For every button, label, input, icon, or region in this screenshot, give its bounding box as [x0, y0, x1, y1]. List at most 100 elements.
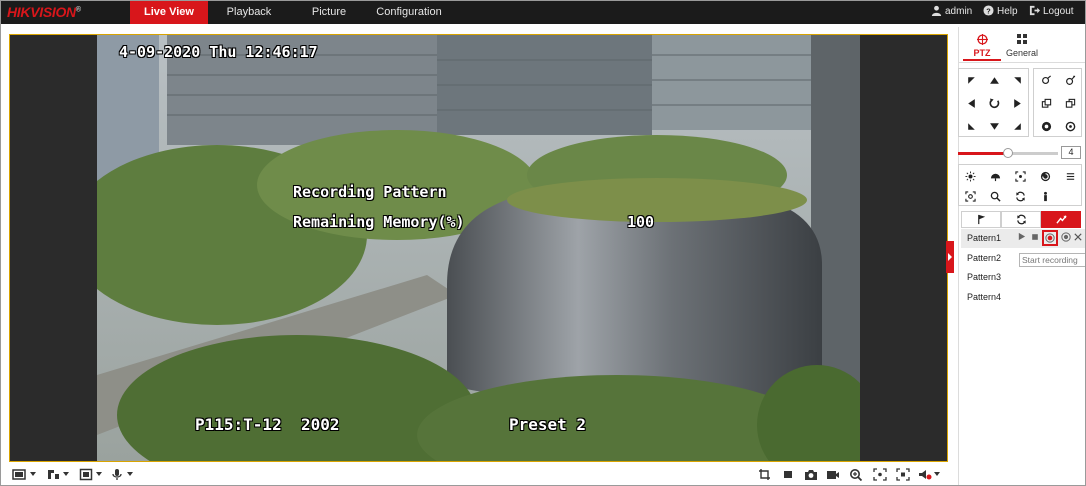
help-icon: ?: [983, 5, 994, 16]
microphone-dropdown-caret[interactable]: [127, 472, 133, 476]
ptz-speed-slider[interactable]: [958, 148, 1058, 158]
zoom-in-button[interactable]: [1035, 70, 1057, 90]
logout-icon: [1029, 5, 1040, 16]
pattern-label: Pattern1: [967, 233, 1002, 243]
ptz-speed-fill: [958, 152, 1008, 155]
arrow-up-left-icon: [967, 76, 975, 84]
live-video-frame[interactable]: 4-09-2020 Thu 12:46:17 Recording Pattern…: [9, 34, 948, 462]
nav-tab-live-view[interactable]: Live View: [130, 1, 208, 24]
sync-icon: [1015, 191, 1025, 201]
username: admin: [945, 6, 973, 17]
manual-tracking-icon: [964, 190, 976, 202]
nav-tab-configuration[interactable]: Configuration: [371, 1, 447, 24]
pattern-list-item[interactable]: Pattern3: [961, 268, 1085, 287]
microphone-icon[interactable]: [110, 468, 124, 481]
pan-up-button[interactable]: [983, 70, 1005, 90]
iris-close-icon: [1065, 121, 1075, 131]
volume-muted-icon[interactable]: [918, 468, 932, 481]
stream-dropdown-caret[interactable]: [63, 472, 69, 476]
grid-icon: [1017, 34, 1027, 44]
help-label: Help: [997, 6, 1018, 17]
camera-feed: 4-09-2020 Thu 12:46:17 Recording Pattern…: [97, 35, 860, 461]
pan-down-right-button[interactable]: [1006, 116, 1028, 136]
panel-collapse-handle[interactable]: [946, 241, 954, 273]
pan-down-button[interactable]: [983, 116, 1005, 136]
record-clip-icon[interactable]: [826, 468, 840, 481]
stop-live-icon[interactable]: [781, 468, 795, 481]
logout-link[interactable]: Logout: [1029, 1, 1074, 24]
manual-tracking-button[interactable]: [959, 186, 981, 206]
3d-zoom-button[interactable]: [984, 186, 1006, 206]
stop-pattern-button[interactable]: [1029, 232, 1041, 244]
digital-zoom-icon[interactable]: [849, 468, 863, 481]
regional-focus-icon[interactable]: [896, 468, 910, 481]
more-settings-button[interactable]: [1059, 166, 1081, 186]
tab-ptz-label: PTZ: [973, 48, 991, 58]
layout-dropdown-caret[interactable]: [30, 472, 36, 476]
flag-icon: [977, 214, 985, 225]
pan-up-right-button[interactable]: [1006, 70, 1028, 90]
nav-tab-picture[interactable]: Picture: [293, 1, 365, 24]
subtab-patrol[interactable]: [1001, 211, 1041, 228]
one-touch-patrol-button[interactable]: [1034, 186, 1056, 206]
record-icon: [1045, 233, 1055, 243]
focus-far-icon: [1065, 98, 1075, 108]
3d-positioning-icon[interactable]: [873, 468, 887, 481]
patrol-icon: [1016, 214, 1026, 225]
iris-open-button[interactable]: [1035, 116, 1057, 136]
pattern-list-item[interactable]: Pattern1: [961, 229, 1085, 248]
lens-initialization-button[interactable]: [1034, 166, 1056, 186]
park-button[interactable]: [1009, 186, 1031, 206]
auto-scan-button[interactable]: [983, 93, 1005, 113]
stop-recording-button[interactable]: [1060, 232, 1072, 244]
live-view-toolbar: [1, 464, 949, 485]
stream-type-icon[interactable]: [46, 468, 60, 481]
volume-dropdown-caret[interactable]: [934, 472, 940, 476]
capture-icon[interactable]: [804, 468, 818, 481]
auxiliary-focus-button[interactable]: [1009, 166, 1031, 186]
focus-far-button[interactable]: [1059, 93, 1081, 113]
tab-general[interactable]: General: [1003, 31, 1041, 61]
wiper-button[interactable]: [984, 166, 1006, 186]
subtab-pattern[interactable]: [1041, 211, 1081, 228]
plugin-icon[interactable]: [79, 468, 93, 481]
ptz-crosshair-icon: [977, 34, 988, 45]
pan-right-button[interactable]: [1006, 93, 1028, 113]
plugin-dropdown-caret[interactable]: [96, 472, 102, 476]
light-button[interactable]: [959, 166, 981, 186]
play-icon: [1018, 232, 1025, 241]
zoom-in-icon: [1041, 74, 1051, 84]
pan-left-button[interactable]: [960, 93, 982, 113]
osd-preset: Preset 2: [509, 415, 587, 434]
pattern-icon: [1055, 215, 1067, 224]
tab-ptz[interactable]: PTZ: [963, 31, 1001, 61]
arrow-left-icon: [967, 98, 975, 108]
subtab-preset[interactable]: [961, 211, 1001, 228]
auto-rotate-icon: [988, 97, 999, 108]
user-menu[interactable]: admin: [931, 1, 972, 24]
osd-remaining-memory-value: 100: [627, 213, 655, 231]
arrow-up-right-icon: [1013, 76, 1021, 84]
person-icon: [1043, 191, 1047, 201]
logout-label: Logout: [1043, 6, 1074, 17]
arrow-up-icon: [989, 76, 999, 84]
lens-init-icon: [1040, 171, 1050, 181]
brand-logo: HIKVISION®: [7, 4, 81, 20]
nav-tab-playback[interactable]: Playback: [213, 1, 285, 24]
pan-down-left-button[interactable]: [960, 116, 982, 136]
ptz-speed-value: 4: [1061, 146, 1081, 159]
help-link[interactable]: ? Help: [983, 1, 1018, 24]
delete-pattern-button[interactable]: [1072, 232, 1084, 244]
start-recording-button[interactable]: [1042, 230, 1058, 246]
arrow-down-left-icon: [967, 122, 975, 130]
zoom-out-button[interactable]: [1059, 70, 1081, 90]
focus-near-button[interactable]: [1035, 93, 1057, 113]
play-pattern-button[interactable]: [1015, 232, 1027, 244]
iris-close-button[interactable]: [1059, 116, 1081, 136]
window-layout-icon[interactable]: [12, 468, 26, 481]
zoom-search-icon: [990, 191, 1001, 202]
ptz-speed-handle[interactable]: [1003, 148, 1013, 158]
pan-up-left-button[interactable]: [960, 70, 982, 90]
crop-icon[interactable]: [758, 468, 772, 481]
pattern-list-item[interactable]: Pattern4: [961, 288, 1085, 307]
